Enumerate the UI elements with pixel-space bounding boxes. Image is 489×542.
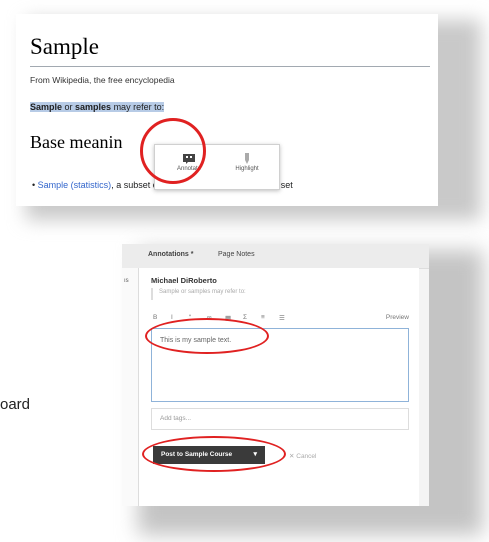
or-text: or (62, 102, 76, 112)
bold-icon[interactable]: B (153, 314, 157, 321)
editor-callout-ring (145, 318, 269, 354)
math-icon[interactable]: Σ (243, 314, 247, 321)
highlighted-selection[interactable]: Sample or samples may refer to: (30, 102, 165, 112)
title-divider (30, 66, 430, 67)
quote-text: Sample or samples may refer to: (159, 289, 246, 295)
bold-term-samples: samples (75, 102, 112, 112)
bold-term-sample: Sample (30, 102, 63, 112)
numbered-list-icon[interactable]: ≡ (261, 314, 265, 321)
annotation-editor-panel: Michael DiRoberto Sample or samples may … (138, 268, 419, 506)
sample-statistics-link[interactable]: Sample (statistics) (38, 180, 112, 190)
tags-placeholder: Add tags... (160, 415, 192, 422)
tab-annotations[interactable]: Annotations * (148, 251, 194, 258)
bulleted-list-icon[interactable]: ☰ (279, 314, 285, 322)
highlight-icon (245, 153, 249, 164)
section-heading: Base meanin (30, 132, 123, 152)
post-callout-ring (142, 436, 286, 472)
annotation-username: Michael DiRoberto (151, 276, 217, 285)
selected-text-line[interactable]: Sample or samples may refer to: (30, 102, 165, 112)
highlight-label: Highlight (235, 166, 259, 172)
wiki-card: Sample From Wikipedia, the free encyclop… (16, 14, 438, 206)
tab-page-notes[interactable]: Page Notes (218, 251, 255, 258)
left-cut-text: ıs (124, 278, 129, 284)
left-cut-strip: ıs (122, 268, 138, 506)
tags-input[interactable]: Add tags... (151, 408, 409, 430)
page-title: Sample (30, 34, 99, 59)
annotation-quote: Sample or samples may refer to: (151, 288, 411, 300)
annotate-callout-ring (140, 118, 206, 184)
wiki-tagline: From Wikipedia, the free encyclopedia (30, 75, 175, 85)
preview-button[interactable]: Preview (386, 314, 409, 321)
sidebar-tabs: Annotations * Page Notes (122, 244, 429, 269)
side-cropped-text: oard (0, 396, 31, 413)
highlight-button[interactable]: Highlight (219, 149, 275, 185)
cancel-button[interactable]: ✕ Cancel (289, 452, 317, 460)
may-refer-text: may refer to: (111, 102, 165, 112)
